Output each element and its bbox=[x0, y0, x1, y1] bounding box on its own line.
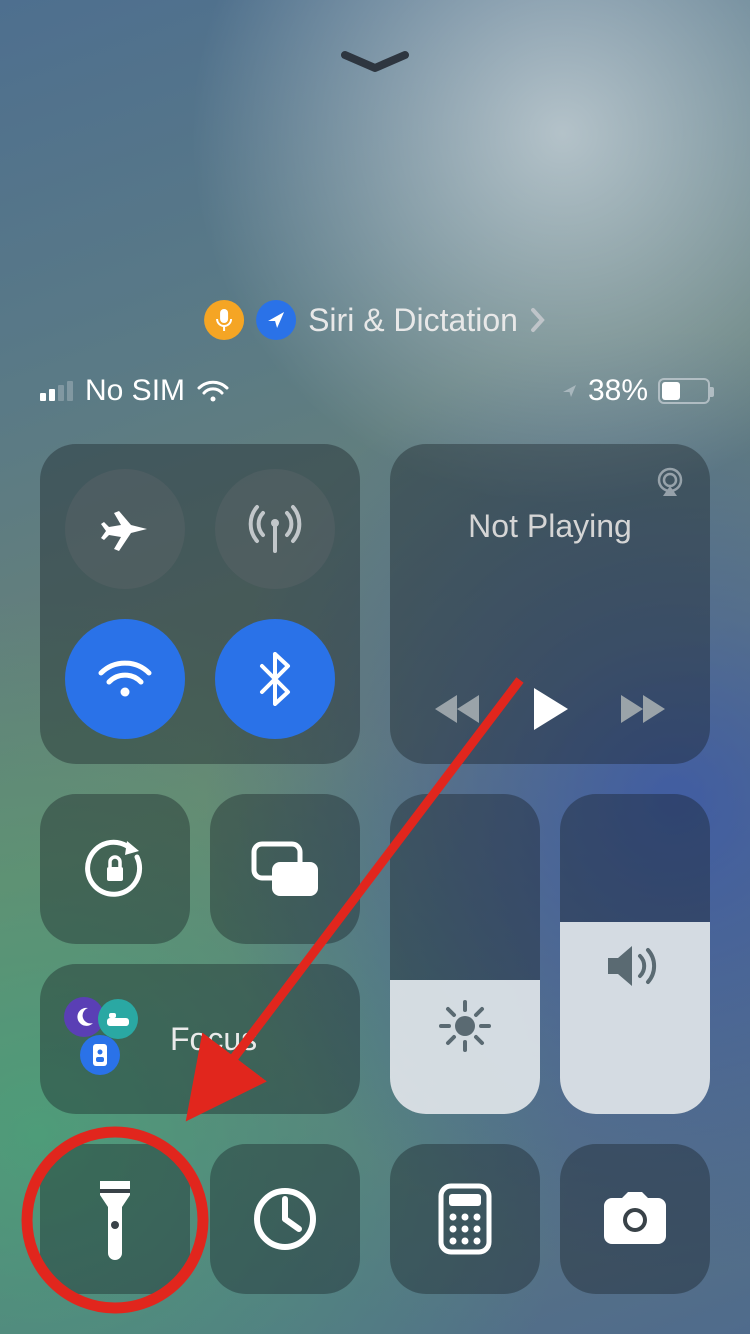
timer-icon bbox=[251, 1185, 319, 1253]
sun-icon bbox=[437, 998, 493, 1054]
screen-mirroring-button[interactable] bbox=[210, 794, 360, 944]
timer-button[interactable] bbox=[210, 1144, 360, 1294]
screen-mirroring-icon bbox=[248, 838, 322, 900]
media-module[interactable]: Not Playing bbox=[390, 444, 710, 764]
rewind-icon bbox=[435, 692, 481, 726]
calculator-icon bbox=[438, 1183, 492, 1255]
airplane-mode-button[interactable] bbox=[65, 469, 185, 589]
wifi-button[interactable] bbox=[65, 619, 185, 739]
bluetooth-button[interactable] bbox=[215, 619, 335, 739]
signal-bars-icon bbox=[40, 381, 73, 401]
fast-forward-button[interactable] bbox=[619, 692, 665, 726]
focus-button[interactable]: Focus bbox=[40, 964, 360, 1114]
control-center-grid: Not Playing bbox=[40, 444, 710, 1294]
fast-forward-icon bbox=[619, 692, 665, 726]
location-arrow-icon bbox=[256, 300, 296, 340]
cellular-data-button[interactable] bbox=[215, 469, 335, 589]
calculator-button[interactable] bbox=[390, 1144, 540, 1294]
brightness-slider[interactable] bbox=[390, 794, 540, 1114]
siri-dictation-row[interactable]: Siri & Dictation bbox=[204, 300, 546, 340]
volume-slider[interactable] bbox=[560, 794, 710, 1114]
battery-icon bbox=[658, 378, 710, 404]
wifi-icon bbox=[197, 379, 229, 403]
flashlight-button[interactable] bbox=[40, 1144, 190, 1294]
collapse-handle[interactable] bbox=[340, 50, 410, 74]
play-button[interactable] bbox=[530, 686, 570, 732]
siri-dictation-label: Siri & Dictation bbox=[308, 302, 518, 339]
carrier-label: No SIM bbox=[85, 374, 185, 408]
personal-icon bbox=[80, 1035, 120, 1075]
battery-percentage: 38% bbox=[588, 374, 648, 408]
camera-button[interactable] bbox=[560, 1144, 710, 1294]
chevron-down-icon bbox=[340, 50, 410, 74]
status-bar: No SIM 38% bbox=[0, 374, 750, 408]
now-playing-title: Not Playing bbox=[410, 508, 690, 545]
bluetooth-icon bbox=[258, 652, 292, 706]
airplay-icon[interactable] bbox=[652, 464, 688, 500]
camera-icon bbox=[598, 1190, 672, 1248]
focus-modes-cluster bbox=[64, 997, 148, 1081]
wifi-icon bbox=[97, 657, 153, 701]
sleep-icon bbox=[98, 999, 138, 1039]
airplane-icon bbox=[97, 501, 153, 557]
flashlight-icon bbox=[94, 1177, 136, 1261]
play-icon bbox=[530, 686, 570, 732]
orientation-lock-button[interactable] bbox=[40, 794, 190, 944]
microphone-icon bbox=[204, 300, 244, 340]
chevron-right-icon bbox=[530, 306, 546, 334]
focus-label: Focus bbox=[170, 1021, 257, 1058]
location-indicator-icon bbox=[562, 383, 578, 399]
rotation-lock-icon bbox=[79, 833, 151, 905]
speaker-icon bbox=[604, 940, 666, 992]
rewind-button[interactable] bbox=[435, 692, 481, 726]
connectivity-module[interactable] bbox=[40, 444, 360, 764]
antenna-icon bbox=[245, 499, 305, 559]
